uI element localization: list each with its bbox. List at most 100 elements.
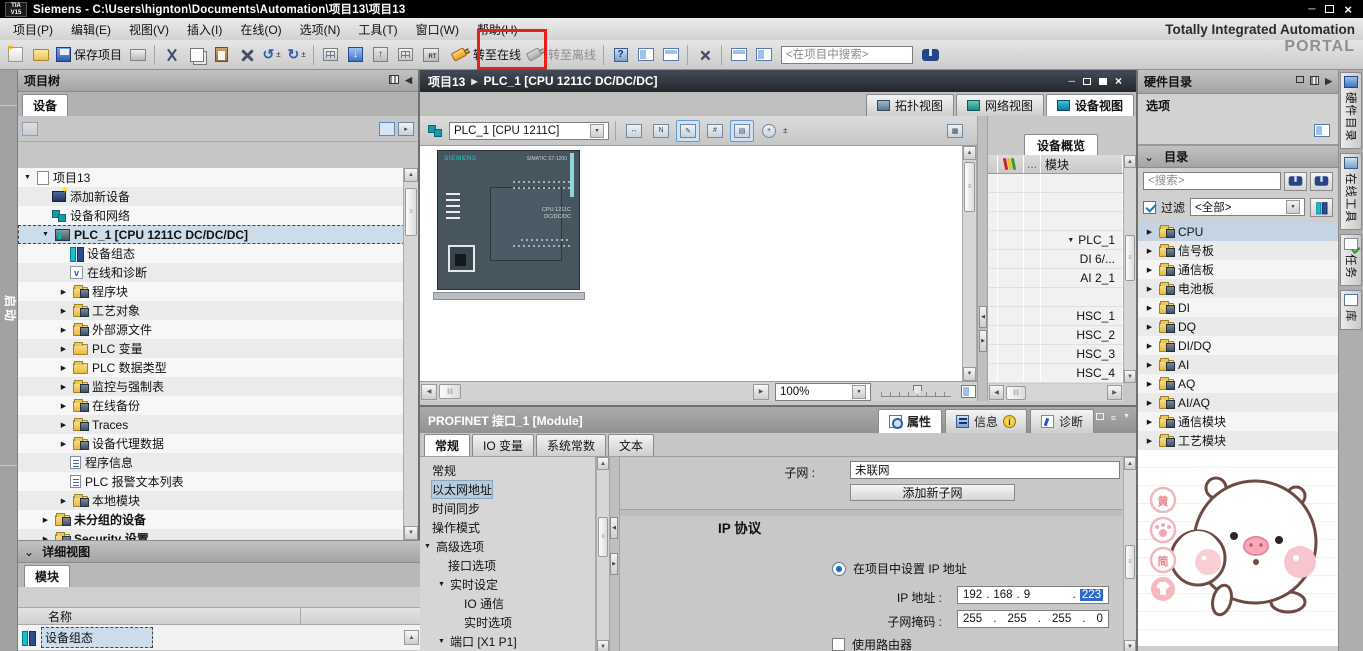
- tree-item-local-modules[interactable]: 本地模块: [18, 491, 405, 510]
- tree-sync-button[interactable]: ▸: [398, 122, 414, 136]
- breadcrumb-device[interactable]: PLC_1 [CPU 1211C DC/DC/DC]: [484, 74, 658, 88]
- project-tree-scrollbar[interactable]: [403, 168, 418, 540]
- show-names-button[interactable]: N: [649, 120, 673, 142]
- nav-time-sync[interactable]: 时间同步: [420, 499, 595, 518]
- catalog-item-cpu[interactable]: CPU: [1138, 222, 1338, 241]
- canvas-hscroll-thumb[interactable]: ∥∥: [439, 384, 461, 399]
- fit-view-icon[interactable]: [961, 385, 976, 398]
- catalog-item-dq[interactable]: DQ: [1138, 317, 1338, 336]
- catalog-item-di[interactable]: DI: [1138, 298, 1338, 317]
- detail-row-device-config[interactable]: 设备组态: [41, 627, 153, 648]
- catalog-collapse-icon[interactable]: [1325, 76, 1332, 87]
- float-panel-icon[interactable]: [389, 75, 399, 84]
- paste-button[interactable]: [210, 43, 233, 67]
- tree-item-plc1[interactable]: PLC_1 [CPU 1211C DC/DC/DC]: [18, 225, 405, 244]
- canvas-overview-splitter[interactable]: [977, 116, 988, 401]
- device-view-canvas[interactable]: SIEMENS SIMATIC S7-1200 CPU 1211CDC/DC/D…: [420, 146, 977, 381]
- go-online-button[interactable]: 转至在线: [450, 43, 523, 67]
- compile-button[interactable]: [319, 43, 342, 67]
- save-window-settings-button[interactable]: ▦: [943, 120, 967, 142]
- nav-io-communication[interactable]: IO 通信: [420, 594, 595, 613]
- tree-item-traces[interactable]: Traces: [18, 415, 405, 434]
- subnet-select[interactable]: 未联网: [850, 461, 1120, 479]
- filter-profile-select[interactable]: <全部>: [1190, 198, 1305, 216]
- tree-item-project[interactable]: 项目13: [18, 168, 405, 187]
- nav-realtime-settings[interactable]: 实时设定: [420, 575, 595, 594]
- properties-splitter[interactable]: [609, 457, 620, 651]
- properties-float-icon[interactable]: [1096, 413, 1104, 420]
- subnet-mask-field[interactable]: 255 255 255 0: [957, 610, 1109, 628]
- props-splitter-left-icon[interactable]: [610, 517, 618, 539]
- overview-row-ai[interactable]: AI 2_1: [988, 269, 1123, 288]
- catalog-float-icon[interactable]: [1296, 76, 1304, 83]
- cut-button[interactable]: [160, 43, 183, 67]
- canvas-scroll-left-icon[interactable]: [421, 384, 437, 400]
- tree-item-plc-tags[interactable]: PLC 变量: [18, 339, 405, 358]
- redo-button[interactable]: ±: [285, 43, 308, 67]
- project-search-input[interactable]: [781, 46, 913, 64]
- collapse-panel-icon[interactable]: [405, 75, 412, 86]
- overview-row-hsc1[interactable]: HSC_1: [988, 307, 1123, 326]
- download-button[interactable]: ↓: [344, 43, 367, 67]
- rail-tab-tasks[interactable]: 任务: [1340, 234, 1362, 286]
- menu-online[interactable]: 在线(O): [231, 18, 290, 41]
- catalog-item-battery-boards[interactable]: 电池板: [1138, 279, 1338, 298]
- overview-row[interactable]: [988, 212, 1123, 231]
- filter-checkbox[interactable]: [1143, 201, 1156, 214]
- catalog-item-aq[interactable]: AQ: [1138, 374, 1338, 393]
- minimize-button[interactable]: [1308, 4, 1315, 15]
- editor-minimize-icon[interactable]: [1069, 76, 1075, 86]
- tree-item-security-settings[interactable]: Security 设置: [18, 529, 405, 540]
- tree-columns-button[interactable]: [379, 122, 395, 136]
- menu-help[interactable]: 帮助(H): [468, 18, 527, 41]
- catalog-item-comm-boards[interactable]: 通信板: [1138, 260, 1338, 279]
- catalog-item-tech-modules[interactable]: 工艺模块: [1138, 431, 1338, 450]
- menu-window[interactable]: 窗口(W): [407, 18, 468, 41]
- catalog-item-signal-boards[interactable]: 信号板: [1138, 241, 1338, 260]
- plc-device-image[interactable]: SIEMENS SIMATIC S7-1200 CPU 1211CDC/DC/D…: [437, 150, 580, 290]
- catalog-section-collapse-icon[interactable]: [1144, 150, 1154, 164]
- subtab-io-tags[interactable]: IO 变量: [472, 434, 534, 456]
- rail-tab-libraries[interactable]: 库: [1340, 290, 1362, 330]
- catalog-options-icon[interactable]: [1314, 124, 1330, 137]
- search-button[interactable]: [919, 43, 942, 67]
- overview-row-di[interactable]: DI 6/...: [988, 250, 1123, 269]
- menu-insert[interactable]: 插入(I): [178, 18, 231, 41]
- delete-button[interactable]: [235, 43, 258, 67]
- tree-item-online-diag[interactable]: v在线和诊断: [18, 263, 405, 282]
- filter-settings-button[interactable]: [1310, 198, 1333, 217]
- editor-maximize-icon[interactable]: [1099, 78, 1107, 85]
- close-button[interactable]: [1344, 2, 1352, 17]
- tree-item-ungrouped-devices[interactable]: 未分组的设备: [18, 510, 405, 529]
- catalog-item-ai[interactable]: AI: [1138, 355, 1338, 374]
- overview-row-hsc4[interactable]: HSC_4: [988, 364, 1123, 383]
- subtab-texts[interactable]: 文本: [608, 434, 654, 456]
- print-button[interactable]: [126, 43, 149, 67]
- nav-general[interactable]: 常规: [420, 461, 595, 480]
- tree-item-program-blocks[interactable]: 程序块: [18, 282, 405, 301]
- nav-realtime-options[interactable]: 实时选项: [420, 613, 595, 632]
- props-splitter-right-icon[interactable]: [610, 553, 618, 575]
- canvas-vertical-scrollbar[interactable]: [962, 146, 976, 381]
- rail-tab-online-tools[interactable]: 在线工具: [1340, 153, 1362, 230]
- tree-item-tech-objects[interactable]: 工艺对象: [18, 301, 405, 320]
- search-down-button[interactable]: [1284, 172, 1307, 191]
- overview-row-hsc3[interactable]: HSC_3: [988, 345, 1123, 364]
- cross-reference-button[interactable]: [693, 43, 716, 67]
- menu-edit[interactable]: 编辑(E): [62, 18, 120, 41]
- overview-row[interactable]: [988, 288, 1123, 307]
- tree-settings-icon[interactable]: [22, 122, 38, 136]
- nav-ethernet-addresses[interactable]: 以太网地址: [420, 480, 595, 499]
- overview-row-plc1[interactable]: PLC_1: [988, 231, 1123, 250]
- set-ip-radio[interactable]: 在项目中设置 IP 地址: [832, 560, 967, 577]
- properties-menu-icon[interactable]: [1111, 413, 1116, 423]
- tab-device-overview[interactable]: 设备概览: [1024, 134, 1098, 155]
- rail-tab-hardware-catalog[interactable]: 硬件目录: [1340, 72, 1362, 149]
- search-up-button[interactable]: [1310, 172, 1333, 191]
- editor-close-icon[interactable]: [1115, 74, 1122, 88]
- tree-item-device-proxy[interactable]: 设备代理数据: [18, 434, 405, 453]
- splitter-collapse-right-icon[interactable]: [979, 330, 987, 352]
- open-project-button[interactable]: [29, 43, 52, 67]
- detail-collapse-icon[interactable]: [24, 545, 34, 559]
- zoom-area-button[interactable]: +: [757, 120, 781, 142]
